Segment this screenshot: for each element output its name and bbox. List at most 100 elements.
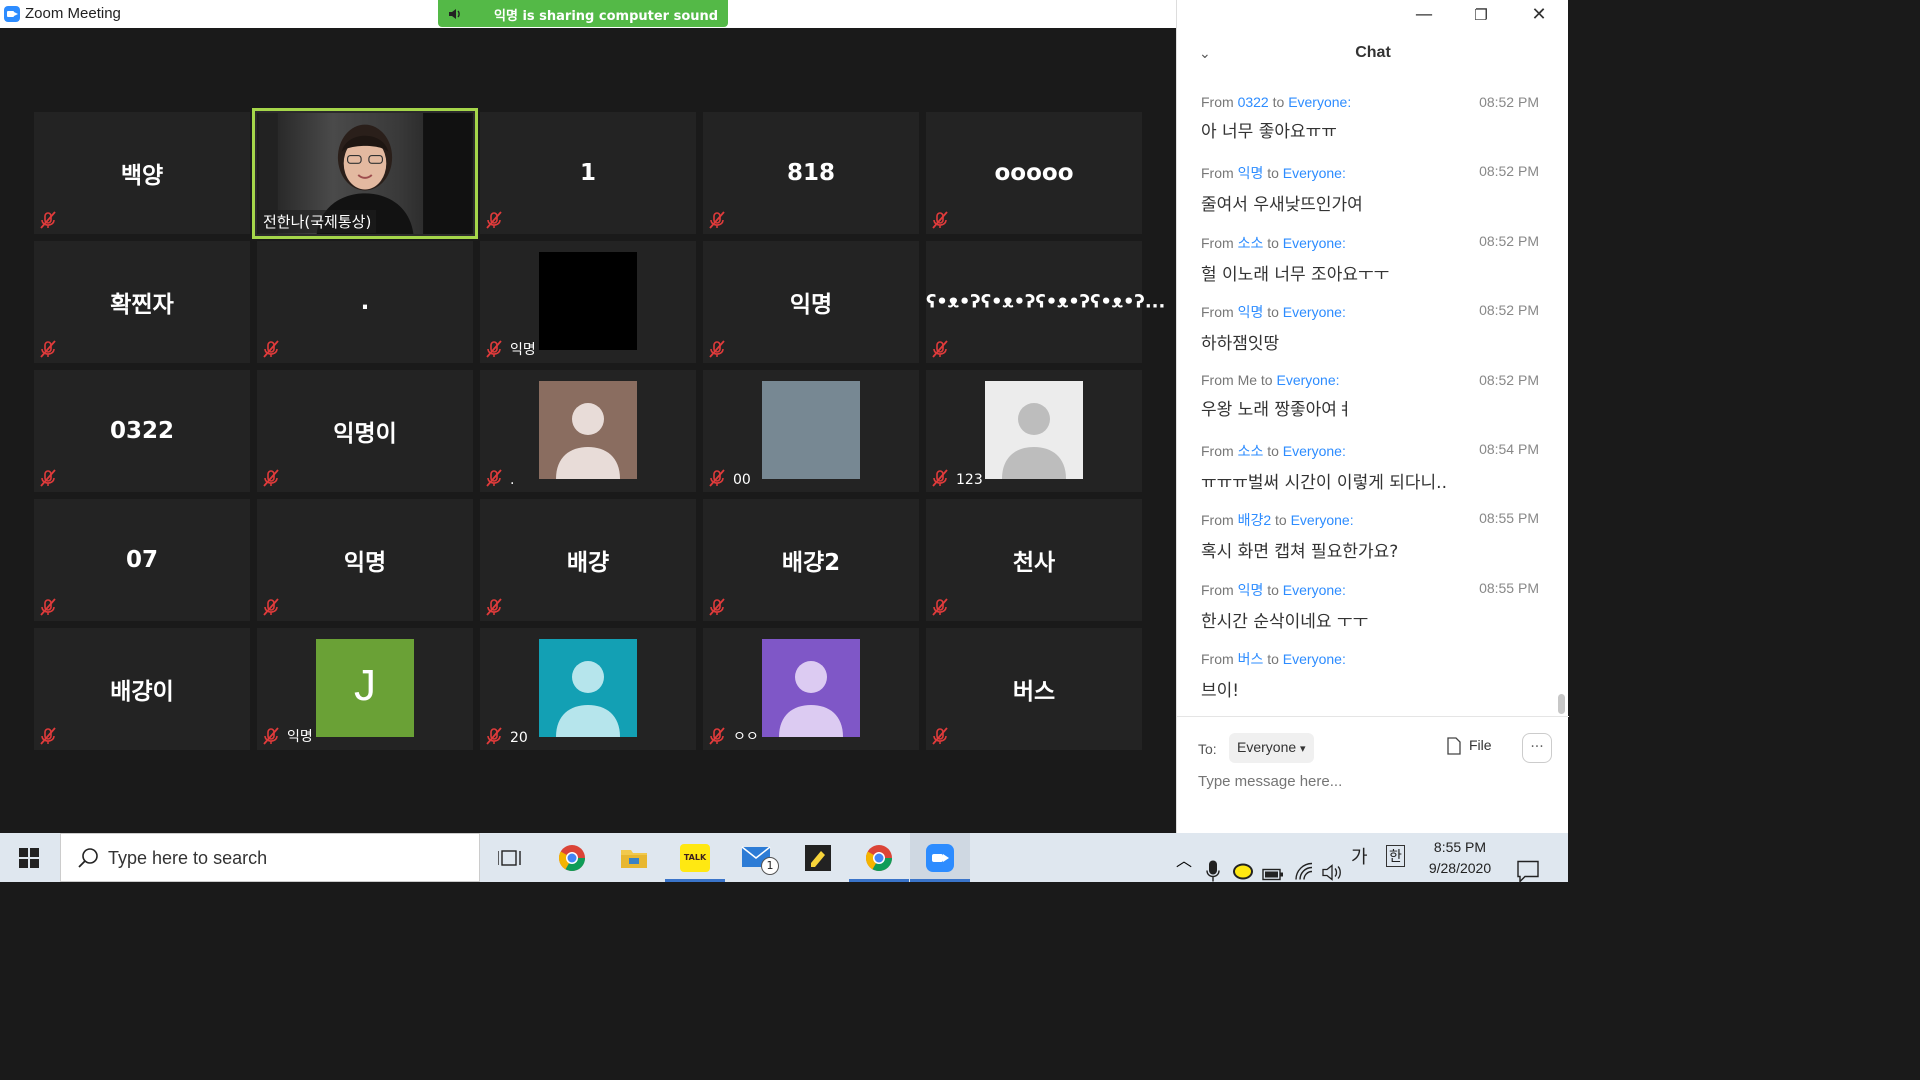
recipient-name[interactable]: Everyone: bbox=[1283, 235, 1346, 251]
mail-button[interactable]: 1 bbox=[727, 833, 787, 882]
sender-name[interactable]: 버스 bbox=[1238, 651, 1264, 667]
chat-message-text: 한시간 순삭이네요 ㅜㅜ bbox=[1201, 612, 1369, 632]
task-view-button[interactable] bbox=[480, 833, 540, 882]
participant-tile[interactable]: ʕ•ᴥ•ʔʕ•ᴥ•ʔʕ•ᴥ•ʔʕ•ᴥ•ʔ... bbox=[926, 241, 1165, 363]
zoom-taskbar-button[interactable] bbox=[910, 833, 970, 882]
chrome-icon bbox=[558, 845, 586, 872]
sharing-sound-banner[interactable]: 익명 is sharing computer sound bbox=[438, 0, 728, 27]
kakaotalk-button[interactable]: TALK bbox=[665, 833, 725, 882]
search-placeholder: Type here to search bbox=[108, 848, 268, 868]
from-word: From bbox=[1201, 443, 1238, 459]
participant-tile[interactable]: 0322 bbox=[34, 370, 250, 492]
restore-button[interactable]: ❐ bbox=[1466, 6, 1496, 24]
sender-name[interactable]: 익명 bbox=[1238, 582, 1264, 598]
participant-tile[interactable]: 배걍 bbox=[480, 499, 696, 621]
from-word: From bbox=[1201, 165, 1238, 181]
notification-icon[interactable] bbox=[1517, 847, 1539, 896]
clock-time: 8:55 PM bbox=[1433, 839, 1487, 855]
taskbar-clock[interactable]: 8:55 PM 9/28/2020 bbox=[1420, 837, 1500, 879]
recipient-name[interactable]: Everyone: bbox=[1283, 443, 1346, 459]
recipient-select[interactable]: Everyone ▾ bbox=[1229, 733, 1314, 763]
participant-tile[interactable]: 익명 bbox=[703, 241, 919, 363]
file-explorer-button[interactable] bbox=[603, 833, 663, 882]
recipient-name[interactable]: Everyone: bbox=[1283, 304, 1346, 320]
chrome-button-2[interactable] bbox=[849, 833, 909, 882]
participant-tile[interactable]: 1 bbox=[480, 112, 696, 234]
close-button[interactable]: ✕ bbox=[1524, 4, 1554, 25]
muted-mic-icon bbox=[39, 727, 57, 745]
participant-tile[interactable]: J 익명 bbox=[257, 628, 473, 750]
participant-tile[interactable]: . bbox=[257, 241, 473, 363]
participant-tile[interactable]: 07 bbox=[34, 499, 250, 621]
chat-message: From 버스 to Everyone: 브이! bbox=[1201, 649, 1539, 701]
volume-icon[interactable] bbox=[1322, 848, 1344, 897]
participant-tile[interactable]: 00 bbox=[703, 370, 919, 492]
participant-tile[interactable]: 배걍2 bbox=[703, 499, 919, 621]
participant-name-label: 익명 bbox=[510, 342, 536, 358]
participant-display-name: 천사 bbox=[1012, 550, 1056, 576]
clock-date: 9/28/2020 bbox=[1428, 860, 1492, 876]
battery-icon[interactable] bbox=[1262, 850, 1284, 899]
file-button[interactable]: File bbox=[1447, 737, 1492, 755]
more-options-button[interactable]: ··· bbox=[1522, 733, 1552, 763]
taskbar: Type here to search TALK 1 ︿ 가 한 8:55 PM… bbox=[0, 833, 1568, 884]
minimize-button[interactable]: — bbox=[1409, 4, 1439, 25]
kakaotalk-tray-icon[interactable] bbox=[1232, 848, 1254, 897]
ime-mode-indicator[interactable]: 한 bbox=[1386, 845, 1405, 867]
chrome-button[interactable] bbox=[542, 833, 602, 882]
participant-tile[interactable]: 20 bbox=[480, 628, 696, 750]
participant-tile[interactable]: 818 bbox=[703, 112, 919, 234]
participant-tile[interactable]: . bbox=[480, 370, 696, 492]
participant-tile[interactable]: 확찐자 bbox=[34, 241, 250, 363]
ime-language-indicator[interactable]: 가 bbox=[1351, 843, 1368, 892]
chat-message: From 익명 to Everyone: 08:55 PM 한시간 순삭이네요 ㅜㅜ bbox=[1201, 580, 1539, 632]
chat-message: From Me to Everyone: 08:52 PM 우왕 노래 짱좋아여ㅕ bbox=[1201, 372, 1539, 420]
muted-mic-icon bbox=[485, 340, 503, 358]
recipient-name[interactable]: Everyone: bbox=[1276, 372, 1339, 388]
recipient-name[interactable]: Everyone: bbox=[1283, 651, 1346, 667]
participant-tile[interactable]: 익명 bbox=[480, 241, 696, 363]
sender-name[interactable]: 소소 bbox=[1238, 443, 1264, 459]
chevron-down-icon: ▾ bbox=[1300, 743, 1306, 755]
recipient-name[interactable]: Everyone: bbox=[1283, 165, 1346, 181]
participant-tile[interactable]: 배걍이 bbox=[34, 628, 250, 750]
participant-display-name: 배걍이 bbox=[110, 679, 174, 705]
microphone-icon[interactable] bbox=[1206, 847, 1220, 896]
muted-mic-icon bbox=[708, 469, 726, 487]
chat-message-text: 아 너무 좋아요ㅠㅠ bbox=[1201, 122, 1337, 142]
participant-tile[interactable]: 버스 bbox=[926, 628, 1142, 750]
chat-message-time: 08:52 PM bbox=[1479, 163, 1539, 179]
scrollbar-thumb[interactable] bbox=[1558, 694, 1565, 714]
participant-display-name: 07 bbox=[125, 547, 158, 573]
recipient-name[interactable]: Everyone: bbox=[1288, 94, 1351, 110]
sticky-notes-button[interactable] bbox=[788, 833, 848, 882]
start-button[interactable] bbox=[0, 833, 58, 882]
participant-tile[interactable]: 익명 bbox=[257, 499, 473, 621]
file-label: File bbox=[1469, 737, 1492, 753]
taskbar-search[interactable]: Type here to search bbox=[60, 833, 480, 882]
participant-display-name: 익명이 bbox=[333, 421, 397, 447]
participant-tile[interactable]: ooooo bbox=[926, 112, 1142, 234]
participant-tile[interactable]: 익명이 bbox=[257, 370, 473, 492]
participant-tile[interactable]: ㅇㅇ bbox=[703, 628, 919, 750]
sender-name[interactable]: 익명 bbox=[1238, 165, 1264, 181]
sender-name[interactable]: Me bbox=[1238, 372, 1257, 388]
recipient-name[interactable]: Everyone: bbox=[1283, 582, 1346, 598]
from-word: From bbox=[1201, 304, 1238, 320]
participant-tile[interactable]: 전한나(국제통상) bbox=[252, 108, 478, 239]
participant-tile[interactable]: 천사 bbox=[926, 499, 1142, 621]
sender-name[interactable]: 소소 bbox=[1238, 235, 1264, 251]
recipient-name[interactable]: Everyone: bbox=[1291, 512, 1354, 528]
participant-tile[interactable]: 백양 bbox=[34, 112, 250, 234]
sender-name[interactable]: 0322 bbox=[1238, 94, 1269, 110]
wifi-icon[interactable] bbox=[1294, 848, 1314, 897]
video-grid: 백양 전한나(국제통상) 1 818 ooooo 확찐자. 익명 익명 ʕ•ᴥ•ʔʕ•ᴥ•ʔʕ•… bbox=[0, 28, 1176, 833]
sender-name[interactable]: 배걍2 bbox=[1238, 512, 1272, 528]
message-input[interactable] bbox=[1198, 773, 1538, 790]
chat-message-time: 08:52 PM bbox=[1479, 94, 1539, 110]
participant-tile[interactable]: 123 bbox=[926, 370, 1142, 492]
chevron-up-icon[interactable]: ︿ bbox=[1176, 847, 1192, 896]
sender-name[interactable]: 익명 bbox=[1238, 304, 1264, 320]
muted-mic-icon bbox=[262, 340, 280, 358]
chat-scrollbar[interactable] bbox=[1558, 86, 1565, 714]
